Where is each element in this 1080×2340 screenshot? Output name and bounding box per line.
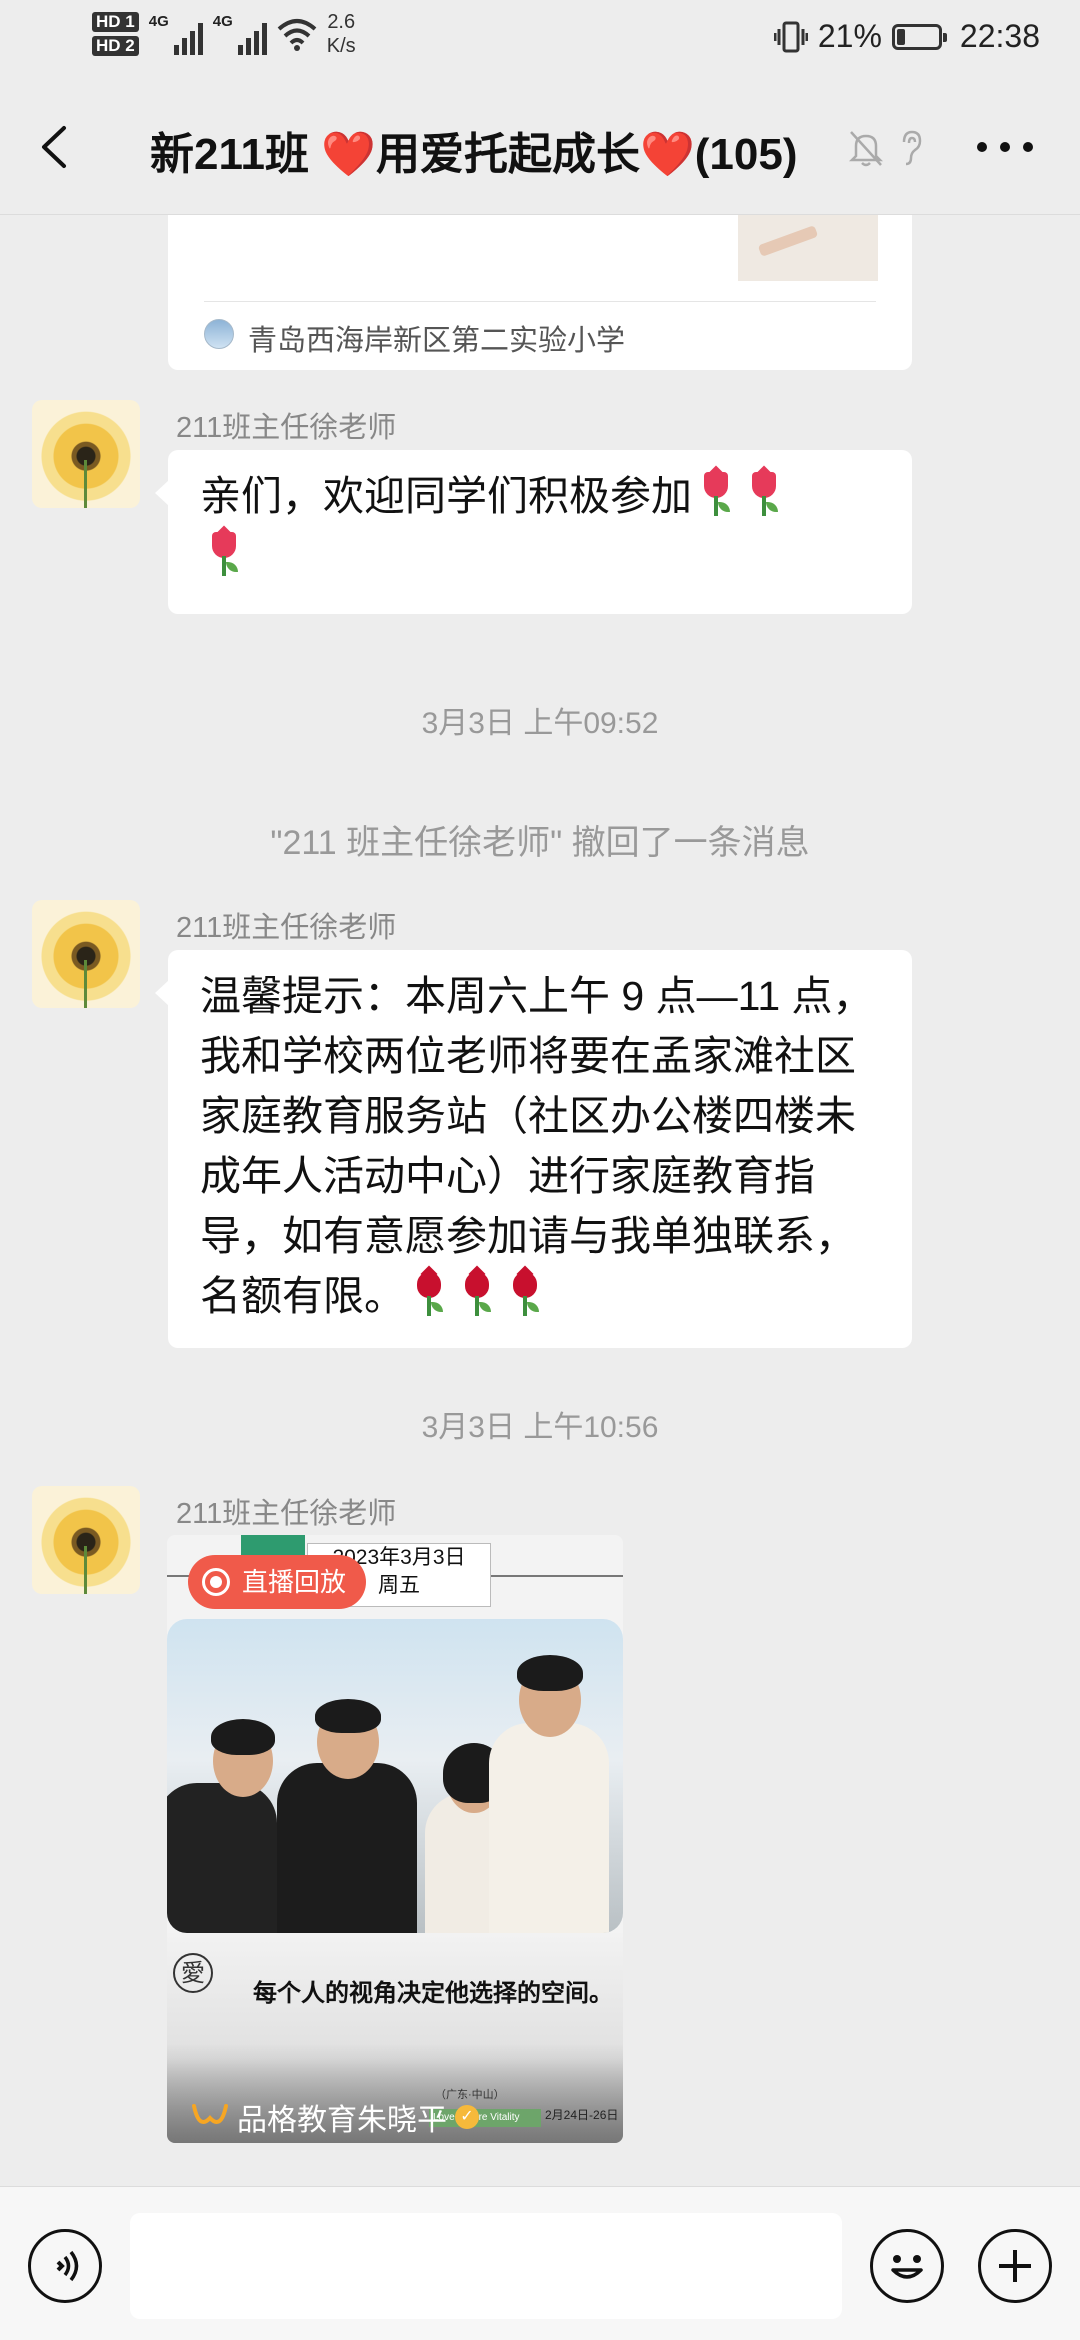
brand-logo: 愛 (173, 1953, 213, 1993)
message-input[interactable] (130, 2213, 842, 2319)
network-speed: 2.6 K/s (327, 10, 356, 58)
message-text: 亲们，欢迎同学们积极参加 (200, 473, 692, 519)
sender-name: 211班主任徐老师 (176, 1498, 397, 1530)
plus-icon (999, 2250, 1031, 2282)
person-figure (489, 1723, 609, 1933)
back-arrow-icon[interactable] (30, 122, 80, 172)
emoji-button[interactable] (870, 2229, 944, 2303)
person-figure (167, 1783, 277, 1933)
card-thumbnail (738, 215, 878, 281)
status-bar: HD 1 HD 2 4G 4G 2.6 K/s 21% 22:38 (0, 0, 1080, 80)
avatar[interactable] (32, 1486, 140, 1594)
source-icon (204, 319, 234, 349)
vibrate-icon (773, 21, 808, 52)
channel-info: 品格教育朱晓平 ✓ (191, 2095, 479, 2139)
message-bubble[interactable]: 亲们，欢迎同学们积极参加 (155, 450, 912, 614)
sender-name: 211班主任徐老师 (176, 912, 397, 944)
smiley-icon (891, 2255, 923, 2279)
live-replay-card[interactable]: 2023年3月3日 周五 直播回放 愛 每个人的视角决定他选择的空间。 （广东·… (167, 1535, 623, 2143)
status-left: HD 1 HD 2 4G 4G 2.6 K/s (92, 10, 356, 58)
rose-emoji-icon (505, 1270, 545, 1318)
sender-name: 211班主任徐老师 (176, 412, 397, 444)
signal-1-icon: 4G (149, 13, 203, 55)
video-thumbnail (167, 1619, 623, 1933)
earpiece-mode-icon (902, 130, 922, 166)
chat-header: 新211班 ❤️用爱托起成长❤️(105) (0, 80, 1080, 215)
banner-slogan: 每个人的视角决定他选择的空间。 (253, 1978, 613, 2007)
more-options-icon[interactable] (972, 132, 1038, 162)
signal-2-icon: 4G (213, 13, 267, 55)
speed-unit: K/s (326, 35, 356, 57)
timestamp: 3月3日 上午10:56 (421, 1411, 659, 1444)
voice-icon (56, 2250, 79, 2282)
person-figure (277, 1763, 417, 1933)
channels-logo-icon (192, 2104, 228, 2124)
live-replay-badge: 直播回放 (188, 1555, 367, 1609)
timestamp: 3月3日 上午09:52 (421, 707, 659, 740)
verified-badge-icon: ✓ (455, 2105, 479, 2129)
speed-value: 2.6 (327, 11, 356, 33)
battery-percent: 21% (817, 18, 882, 54)
avatar[interactable] (32, 400, 140, 508)
message-bubble[interactable]: 温馨提示：本周六上午 9 点—11 点，我和学校两位老师将要在孟家滩社区家庭教育… (155, 950, 912, 1348)
clock: 22:38 (959, 18, 1040, 54)
card-divider (204, 301, 876, 302)
hd-indicators: HD 1 HD 2 (92, 12, 139, 56)
hd1-badge: HD 1 (92, 12, 139, 32)
network-type-1: 4G (148, 13, 169, 30)
input-bar (0, 2186, 1080, 2340)
wifi-icon (277, 19, 317, 51)
live-icon (202, 1568, 230, 1596)
network-type-2: 4G (212, 13, 233, 30)
card-source-name: 青岛西海岸新区第二实验小学 (248, 325, 626, 357)
status-right: 21% 22:38 (773, 18, 1040, 55)
avatar[interactable] (32, 900, 140, 1008)
voice-input-button[interactable] (28, 2229, 102, 2303)
battery-icon (891, 23, 947, 50)
battery-fill (896, 28, 905, 45)
tulip-emoji-icon (696, 470, 736, 518)
more-functions-button[interactable] (978, 2229, 1052, 2303)
tulip-emoji-icon (204, 530, 244, 578)
rose-emoji-icon (457, 1270, 497, 1318)
tulip-emoji-icon (744, 470, 784, 518)
mute-bell-icon (848, 131, 884, 167)
recall-notice: "211 班主任徐老师" 撤回了一条消息 (270, 824, 810, 862)
shared-link-card[interactable]: 青岛西海岸新区第二实验小学 (168, 215, 912, 370)
banner-dates: 2月24日-26日 (545, 2108, 619, 2122)
channel-name: 品格教育朱晓平 (237, 2104, 447, 2137)
message-text: 温馨提示：本周六上午 9 点—11 点，我和学校两位老师将要在孟家滩社区家庭教育… (200, 973, 874, 1319)
hd2-badge: HD 2 (92, 36, 139, 56)
chat-title: 新211班 ❤️用爱托起成长❤️(105) (150, 130, 798, 179)
live-replay-label: 直播回放 (242, 1567, 347, 1597)
rose-emoji-icon (409, 1270, 449, 1318)
